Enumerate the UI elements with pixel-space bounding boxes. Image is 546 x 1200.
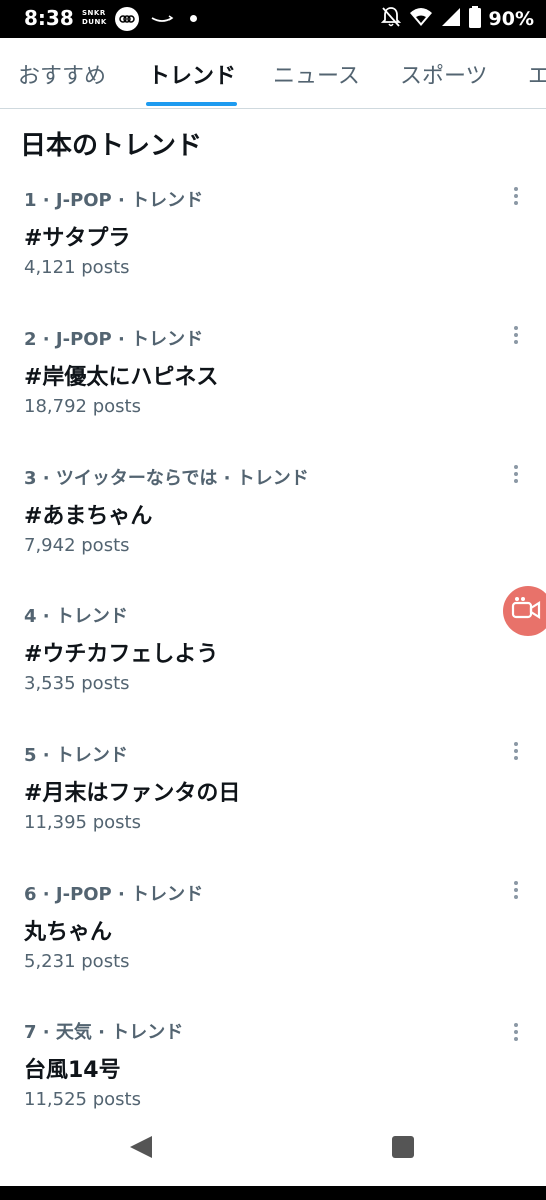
more-vert-icon[interactable]: [506, 737, 526, 765]
trend-post-count: 4,121 posts: [24, 257, 130, 278]
trend-meta: 5 · トレンド: [24, 745, 128, 766]
tab-recommended[interactable]: おすすめ: [18, 58, 106, 90]
trend-item[interactable]: 5 · トレンド #月末はファンタの日 11,395 posts: [0, 741, 546, 871]
amazon-notification-icon: [150, 8, 174, 32]
more-vert-icon[interactable]: [506, 1018, 526, 1046]
trend-name: #ウチカフェしよう: [24, 642, 219, 667]
signal-icon: [441, 7, 461, 31]
trend-item[interactable]: 4 · トレンド #ウチカフェしよう 3,535 posts: [0, 602, 546, 732]
video-call-button[interactable]: [503, 586, 546, 636]
trend-name: 丸ちゃん: [24, 920, 113, 945]
more-vert-icon[interactable]: [506, 876, 526, 904]
video-call-icon: [511, 596, 541, 626]
trend-item[interactable]: 6 · J-POP · トレンド 丸ちゃん 5,231 posts: [0, 880, 546, 1010]
trend-name: #あまちゃん: [24, 504, 153, 529]
trend-post-count: 7,942 posts: [24, 535, 130, 556]
tab-news[interactable]: ニュース: [273, 58, 360, 90]
status-time: 8:38: [24, 6, 74, 30]
recents-icon[interactable]: [392, 1136, 414, 1158]
trend-meta: 6 · J-POP · トレンド: [24, 884, 204, 905]
trend-meta: 1 · J-POP · トレンド: [24, 190, 204, 211]
page-title: 日本のトレンド: [20, 131, 203, 161]
trend-post-count: 5,231 posts: [24, 951, 130, 972]
trend-name: #岸優太にハピネス: [24, 365, 219, 390]
trend-post-count: 11,525 posts: [24, 1089, 141, 1110]
mute-icon: [380, 6, 401, 32]
trend-meta: 4 · トレンド: [24, 606, 128, 627]
more-vert-icon[interactable]: [506, 321, 526, 349]
snkrdunk-notification-icon: SNKR DUNK: [82, 9, 107, 26]
more-vert-icon[interactable]: [506, 182, 526, 210]
trend-item[interactable]: 3 · ツイッターならでは · トレンド #あまちゃん 7,942 posts: [0, 464, 546, 594]
tab-entertainment[interactable]: エ: [528, 58, 546, 90]
more-vert-icon[interactable]: [506, 460, 526, 488]
battery-percent: 90%: [488, 8, 534, 30]
trend-item[interactable]: 2 · J-POP · トレンド #岸優太にハピネス 18,792 posts: [0, 325, 546, 455]
trend-post-count: 18,792 posts: [24, 396, 141, 417]
app-notification-icon: [115, 7, 139, 31]
tab-trending[interactable]: トレンド: [148, 58, 236, 90]
active-tab-indicator: [146, 102, 237, 106]
trend-item[interactable]: 7 · 天気 · トレンド 台風14号 11,525 posts: [0, 1018, 546, 1110]
trend-name: 台風14号: [24, 1058, 121, 1083]
system-nav-bar: [0, 1110, 546, 1186]
screen-bottom-edge: [0, 1186, 546, 1200]
status-bar: 8:38 SNKR DUNK 90%: [0, 0, 546, 38]
trend-meta: 7 · 天気 · トレンド: [24, 1022, 184, 1043]
battery-icon: [468, 6, 481, 32]
trend-name: #月末はファンタの日: [24, 781, 241, 806]
trend-item[interactable]: 1 · J-POP · トレンド #サタプラ 4,121 posts: [0, 186, 546, 316]
trend-meta: 3 · ツイッターならでは · トレンド: [24, 468, 309, 489]
trend-post-count: 11,395 posts: [24, 812, 141, 833]
wifi-icon: [409, 7, 433, 31]
more-notifications-dot: [190, 15, 197, 22]
tab-sports[interactable]: スポーツ: [400, 58, 488, 90]
trend-name: #サタプラ: [24, 226, 131, 251]
back-icon[interactable]: [128, 1134, 154, 1164]
trend-post-count: 3,535 posts: [24, 673, 130, 694]
trend-meta: 2 · J-POP · トレンド: [24, 329, 204, 350]
explore-tabs: おすすめ トレンド ニュース スポーツ エ: [0, 38, 546, 109]
